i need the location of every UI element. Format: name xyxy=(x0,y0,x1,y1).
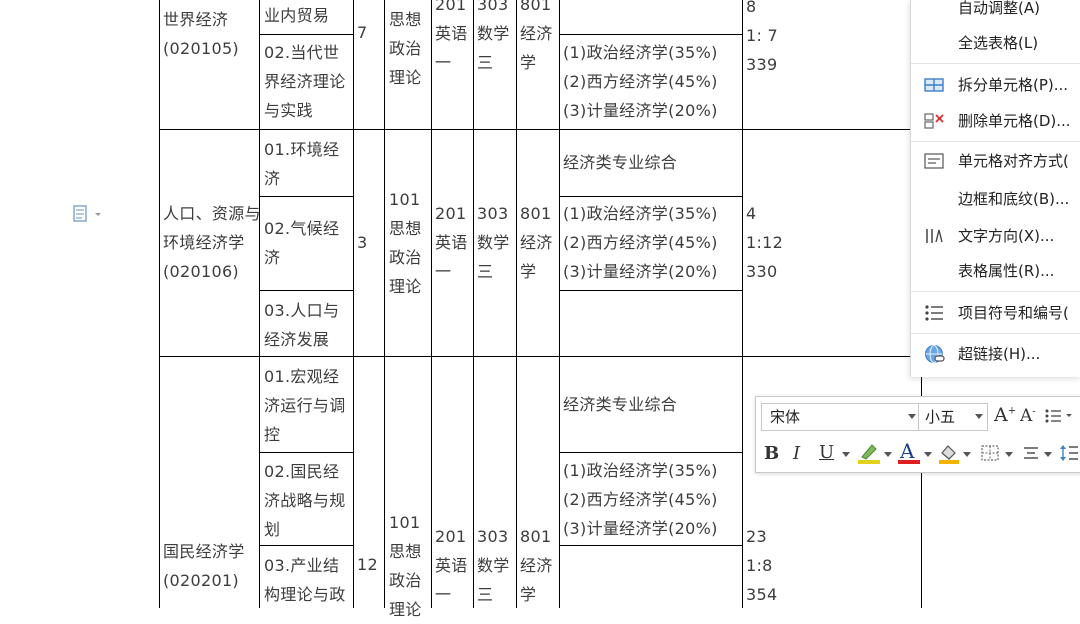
exam-english: 201 英语 一 xyxy=(435,0,468,72)
align-center-icon[interactable] xyxy=(1022,445,1040,461)
menu-item-borders-shading[interactable]: 边框和底纹(B)... xyxy=(911,181,1080,217)
font-size-select[interactable]: 小五 xyxy=(918,403,988,431)
menu-item-split-cells[interactable]: 拆分单元格(P)... xyxy=(911,67,1080,103)
enrollment-count: 7 xyxy=(357,23,368,42)
border-icon[interactable] xyxy=(980,444,1000,462)
major-name: 人口、资源与 环境经济学 (020106) xyxy=(163,204,261,281)
menu-item-select-table[interactable]: 全选表格(L) xyxy=(911,25,1080,61)
paste-options-icon[interactable] xyxy=(73,205,103,223)
direction-item: 业内贸易 xyxy=(264,6,330,25)
floating-format-toolbar: 宋体 小五 A+ A- B I U A xyxy=(755,396,1080,473)
chevron-down-icon[interactable] xyxy=(842,452,850,457)
chevron-down-icon[interactable] xyxy=(1044,452,1052,457)
menu-item-cell-alignment[interactable]: 单元格对齐方式( xyxy=(911,143,1080,179)
cell-align-icon xyxy=(924,153,944,169)
menu-item-autofit[interactable]: 自动调整(A) xyxy=(911,0,1080,26)
menu-item-delete-cells[interactable]: 删除单元格(D)... xyxy=(911,103,1080,139)
list-format-icon[interactable] xyxy=(1044,408,1080,424)
direction-item: 02.当代世 界经济理论 与实践 xyxy=(264,43,346,120)
menu-item-bullets-numbering[interactable]: 项目符号和编号( xyxy=(911,295,1080,331)
exam-note: (1)政治经济学(35%) (2)西方经济学(45%) (3)计量经济学(20%… xyxy=(563,43,718,120)
exam-politics: 思想 政治 理论 xyxy=(389,10,422,87)
chevron-down-icon[interactable] xyxy=(884,452,892,457)
hyperlink-icon xyxy=(925,345,945,363)
exam-english: 201 英语 一 xyxy=(435,527,468,604)
exam-math: 303 数学 三 xyxy=(477,0,510,72)
exam-specialty: 801 经济 学 xyxy=(520,0,553,72)
text-direction-icon xyxy=(926,229,943,243)
exam-math: 303 数学 三 xyxy=(477,204,510,281)
underline-button[interactable]: U xyxy=(819,442,834,463)
direction-item: 01.环境经 济 xyxy=(264,140,340,188)
exam-note-title: 经济类专业综合 xyxy=(563,153,678,172)
exam-note-title: 经济类专业综合 xyxy=(563,395,678,414)
chevron-down-icon[interactable] xyxy=(963,452,971,457)
shading-icon[interactable] xyxy=(937,441,961,465)
direction-item: 01.宏观经 济运行与调 控 xyxy=(264,367,346,444)
context-menu: 自动调整(A) 全选表格(L) 拆分单元格(P)... 删除单元格(D)... … xyxy=(910,0,1080,377)
exam-politics: 101 思想 政治 理论 xyxy=(389,190,422,296)
enrollment-count: 12 xyxy=(357,555,378,574)
chevron-down-icon[interactable] xyxy=(1005,452,1013,457)
exam-note: (1)政治经济学(35%) (2)西方经济学(45%) (3)计量经济学(20%… xyxy=(563,461,718,538)
menu-item-text-direction[interactable]: 文字方向(X)... xyxy=(911,218,1080,254)
direction-item: 03.人口与 经济发展 xyxy=(264,301,340,349)
italic-button[interactable]: I xyxy=(793,443,800,464)
shrink-font-button[interactable]: A- xyxy=(1020,406,1036,426)
exam-english: 201 英语 一 xyxy=(435,204,468,281)
admission-stats: 4 1:12 330 xyxy=(746,204,784,281)
line-spacing-icon[interactable] xyxy=(1059,443,1079,463)
chevron-down-icon xyxy=(975,414,983,419)
direction-item: 02.气候经 济 xyxy=(264,219,340,267)
font-family-select[interactable]: 宋体 xyxy=(761,403,920,431)
grow-font-button[interactable]: A+ xyxy=(994,404,1016,426)
direction-item: 03.产业结 构理论与政 xyxy=(264,556,346,604)
highlight-icon[interactable] xyxy=(856,441,882,465)
exam-specialty: 801 经济 学 xyxy=(520,527,553,604)
exam-math: 303 数学 三 xyxy=(477,527,510,604)
bullet-list-icon xyxy=(925,305,943,321)
major-name: 国民经济学 (020201) xyxy=(163,542,245,590)
delete-cell-icon xyxy=(924,113,944,129)
chevron-down-icon[interactable] xyxy=(924,452,932,457)
admission-stats: 8 1: 7 339 xyxy=(746,0,779,74)
split-cell-icon xyxy=(924,78,944,92)
bold-button[interactable]: B xyxy=(764,443,779,464)
exam-specialty: 801 经济 学 xyxy=(520,204,553,281)
enrollment-count: 3 xyxy=(357,233,368,252)
major-name: 世界经济 (020105) xyxy=(163,10,239,58)
direction-item: 02.国民经 济战略与规 划 xyxy=(264,462,346,539)
exam-note: (1)政治经济学(35%) (2)西方经济学(45%) (3)计量经济学(20%… xyxy=(563,204,718,281)
font-color-button[interactable]: A xyxy=(898,439,920,465)
chevron-down-icon xyxy=(908,414,916,419)
admission-stats: 23 1:8 354 xyxy=(746,527,778,604)
menu-item-hyperlink[interactable]: 超链接(H)... xyxy=(911,336,1080,372)
menu-item-table-properties[interactable]: 表格属性(R)... xyxy=(911,253,1080,289)
exam-politics: 101 思想 政治 理论 xyxy=(389,513,422,619)
